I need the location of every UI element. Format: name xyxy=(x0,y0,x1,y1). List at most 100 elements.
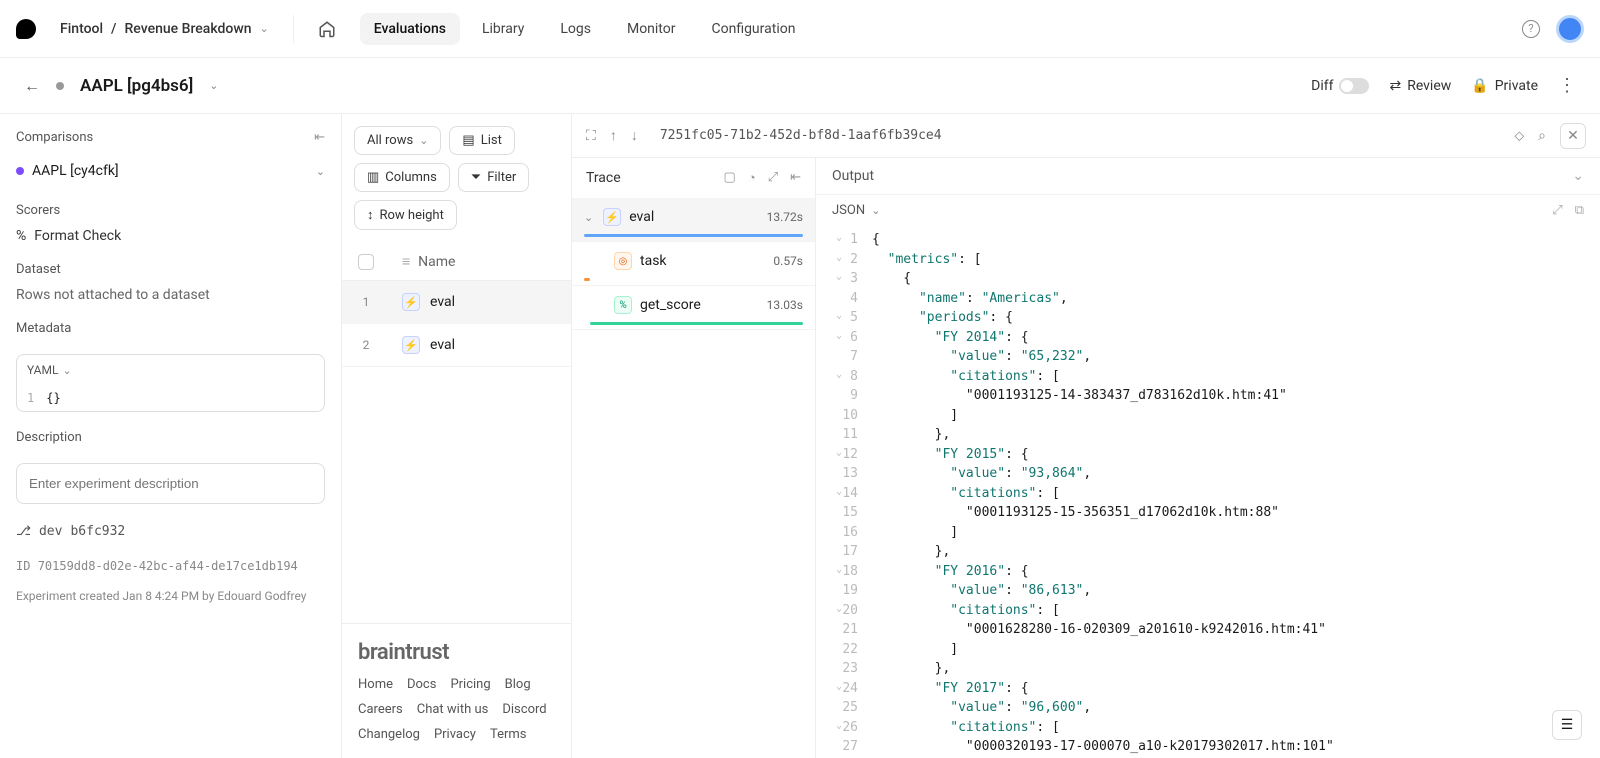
code-line: 8 "citations": [ xyxy=(832,367,1600,387)
chevron-down-icon[interactable]: ⌄ xyxy=(584,211,593,224)
trace-panel: Trace ▢ ◔ ⤢ ⇤ ⌄ ⚡ eval 13.72s xyxy=(572,158,816,758)
sidebar-icon[interactable]: ▢ xyxy=(724,170,736,186)
nav-evaluations[interactable]: Evaluations xyxy=(360,13,460,45)
braintrust-logo[interactable]: braintrust xyxy=(358,640,555,665)
main-area: Comparisons ⇤ AAPL [cy4cfk] ⌄ Scorers % … xyxy=(0,114,1600,758)
toggle-switch[interactable] xyxy=(1339,78,1369,94)
timer-icon[interactable]: ◔ xyxy=(748,170,756,186)
expand-icon[interactable]: ⤢ xyxy=(768,170,778,186)
chevron-down-icon[interactable]: ⌄ xyxy=(871,204,880,217)
chevron-down-icon[interactable]: ⌄ xyxy=(260,22,269,35)
span-bar xyxy=(584,234,803,237)
subbar: ← AAPL [pg4bs6] ⌄ Diff ⇄ Review 🔒 Privat… xyxy=(0,58,1600,114)
back-arrow-icon[interactable]: ← xyxy=(24,76,40,96)
span-name: get_score xyxy=(640,297,701,313)
chevron-down-icon[interactable]: ⌄ xyxy=(1572,168,1584,184)
footer-home[interactable]: Home xyxy=(358,677,393,692)
description-input[interactable] xyxy=(16,463,325,504)
focus-icon[interactable]: ⛶ xyxy=(586,128,596,144)
breadcrumb-project[interactable]: Revenue Breakdown xyxy=(125,21,252,37)
chevron-down-icon[interactable]: ⌄ xyxy=(209,79,218,92)
expand-icon[interactable]: ⤢ xyxy=(1552,203,1562,218)
footer-discord[interactable]: Discord xyxy=(502,702,546,717)
nav-monitor[interactable]: Monitor xyxy=(613,13,690,45)
footer-changelog[interactable]: Changelog xyxy=(358,727,420,742)
footer-terms[interactable]: Terms xyxy=(490,727,527,742)
menu-icon[interactable]: ☰ xyxy=(1552,710,1582,740)
collapse-left-icon[interactable]: ⇤ xyxy=(314,130,325,145)
output-label: Output xyxy=(832,168,874,184)
chevron-down-icon[interactable]: ⌄ xyxy=(62,364,71,377)
nav-configuration[interactable]: Configuration xyxy=(697,13,809,45)
json-label[interactable]: JSON xyxy=(832,203,865,218)
breadcrumb[interactable]: Fintool / Revenue Breakdown ⌄ xyxy=(60,21,269,37)
yaml-line-number: 1 xyxy=(27,391,34,405)
select-all-checkbox[interactable] xyxy=(358,254,374,270)
diff-label: Diff xyxy=(1311,78,1333,94)
columns-button[interactable]: ▥ Columns xyxy=(354,163,450,192)
copy-icon[interactable]: ⧉ xyxy=(1575,203,1584,218)
private-label: Private xyxy=(1495,78,1538,94)
private-button[interactable]: 🔒 Private xyxy=(1471,78,1538,94)
next-row-icon[interactable]: ↓ xyxy=(631,127,638,144)
text-icon: ≡ xyxy=(402,253,410,270)
comparison-item[interactable]: AAPL [cy4cfk] ⌄ xyxy=(16,157,325,185)
line-number: 22 xyxy=(832,640,872,660)
close-icon[interactable]: ✕ xyxy=(1560,123,1586,149)
topbar: Fintool / Revenue Breakdown ⌄ Evaluation… xyxy=(0,0,1600,58)
trace-label: Trace xyxy=(586,170,621,186)
list-view-button[interactable]: ▤ List xyxy=(449,126,514,155)
list-label: List xyxy=(481,133,502,148)
row-height-button[interactable]: ↕ Row height xyxy=(354,200,457,230)
table-row[interactable]: 2 ⚡ eval xyxy=(342,324,571,367)
avatar[interactable] xyxy=(1556,15,1584,43)
review-label: Review xyxy=(1407,78,1451,94)
metadata-editor[interactable]: YAML ⌄ 1 {} xyxy=(16,354,325,412)
help-icon[interactable]: ? xyxy=(1522,20,1540,38)
footer-pricing[interactable]: Pricing xyxy=(450,677,490,692)
more-menu-icon[interactable]: ⋮ xyxy=(1558,75,1576,96)
main-nav: Evaluations Library Logs Monitor Configu… xyxy=(360,13,810,45)
footer-blog[interactable]: Blog xyxy=(505,677,531,692)
span-bar xyxy=(584,278,590,281)
home-icon[interactable] xyxy=(318,20,336,38)
experiment-name: AAPL [pg4bs6] xyxy=(80,76,193,96)
comparisons-label: Comparisons xyxy=(16,130,93,145)
review-button[interactable]: ⇄ Review xyxy=(1389,78,1451,94)
footer-chat[interactable]: Chat with us xyxy=(417,702,489,717)
line-number: 3 xyxy=(832,269,872,289)
scorers-label: Scorers xyxy=(16,203,325,218)
row-name: eval xyxy=(430,294,455,310)
code-line: 1{ xyxy=(832,230,1600,250)
code-line: 18 "FY 2016": { xyxy=(832,562,1600,582)
branch-row[interactable]: ⎇ dev b6fc932 xyxy=(16,524,325,539)
breadcrumb-org[interactable]: Fintool xyxy=(60,21,103,37)
diff-toggle[interactable]: Diff xyxy=(1311,78,1369,94)
nav-logs[interactable]: Logs xyxy=(546,13,605,45)
filter-button[interactable]: ⏷ Filter xyxy=(458,163,529,192)
chevron-down-icon[interactable]: ⌄ xyxy=(316,165,325,178)
tag-icon[interactable]: ⬦ xyxy=(1514,128,1524,144)
json-output[interactable]: 1{2 "metrics": [3 {4 "name": "Americas",… xyxy=(816,226,1600,758)
search-icon[interactable]: ⌕ xyxy=(1538,128,1546,144)
line-number: 13 xyxy=(832,464,872,484)
trace-span-eval[interactable]: ⌄ ⚡ eval 13.72s xyxy=(572,198,815,242)
divider xyxy=(293,15,294,43)
all-rows-dropdown[interactable]: All rows ⌄ xyxy=(354,126,441,155)
detail-top: ⛶ ↑ ↓ 7251fc05-71b2-452d-bf8d-1aaf6fb39c… xyxy=(572,114,1600,158)
detail-panel: ⛶ ↑ ↓ 7251fc05-71b2-452d-bf8d-1aaf6fb39c… xyxy=(572,114,1600,758)
app-logo[interactable] xyxy=(16,19,36,39)
table-row[interactable]: 1 ⚡ eval xyxy=(342,281,571,324)
footer-privacy[interactable]: Privacy xyxy=(434,727,476,742)
metadata-label: Metadata xyxy=(16,321,325,336)
scorer-item[interactable]: % Format Check xyxy=(16,228,325,244)
nav-library[interactable]: Library xyxy=(468,13,538,45)
trace-span-get-score[interactable]: % get_score 13.03s xyxy=(572,286,815,330)
collapse-left-icon[interactable]: ⇤ xyxy=(790,170,801,186)
code-line: 27 "0000320193-17-000070_a10-k2017930201… xyxy=(832,737,1600,757)
trace-span-task[interactable]: ◎ task 0.57s xyxy=(572,242,815,286)
footer-careers[interactable]: Careers xyxy=(358,702,403,717)
footer-docs[interactable]: Docs xyxy=(407,677,436,692)
line-number: 11 xyxy=(832,425,872,445)
prev-row-icon[interactable]: ↑ xyxy=(610,127,617,144)
